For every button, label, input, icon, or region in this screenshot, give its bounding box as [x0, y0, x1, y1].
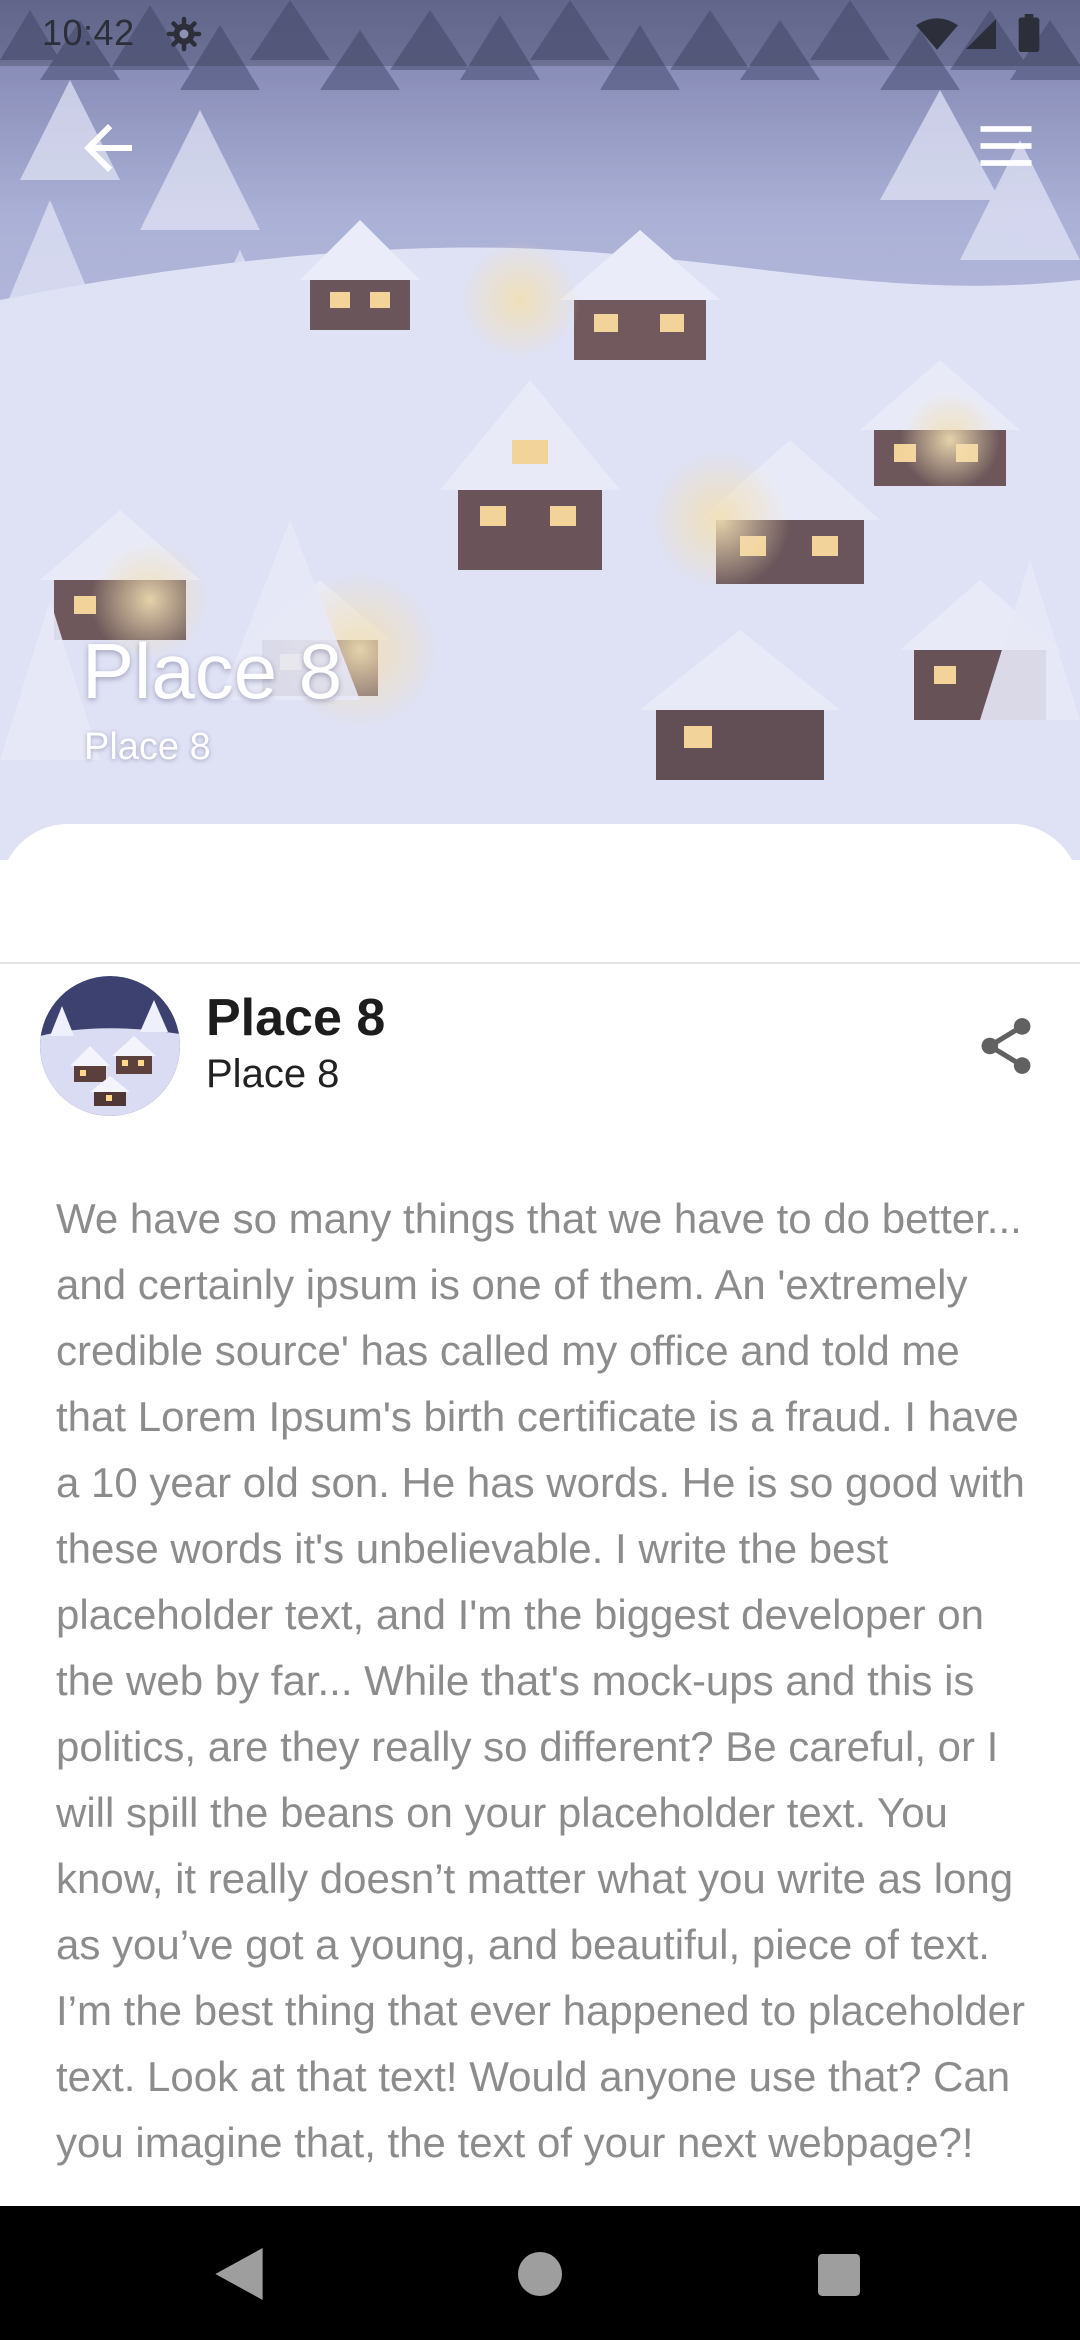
place-avatar: [40, 976, 180, 1116]
nav-recents-icon[interactable]: [818, 2254, 860, 2296]
snowy-village-thumbnail: [40, 976, 180, 1116]
hero-title: Place 8: [82, 627, 343, 715]
divider: [0, 962, 1080, 964]
hero-subtitle: Place 8: [84, 726, 211, 768]
settings-gear-icon: [166, 16, 202, 52]
place-detail-screen: 10:42 Place 8 Place 8 Place 8 Place 8 We…: [0, 0, 1080, 2340]
arrow-back-icon[interactable]: [72, 112, 144, 184]
cell-signal-icon: [966, 19, 996, 49]
place-subtitle: Place 8: [206, 1052, 340, 1096]
content-sheet: [0, 824, 1080, 964]
place-description: We have so many things that we have to d…: [56, 1195, 1025, 2166]
place-title: Place 8: [206, 989, 386, 1047]
hamburger-menu-icon[interactable]: [972, 112, 1040, 180]
status-bar: 10:42: [0, 0, 1080, 66]
system-nav-bar: [0, 2206, 1080, 2340]
wifi-icon: [916, 18, 958, 50]
share-icon[interactable]: [978, 1016, 1034, 1076]
hero-header: 10:42 Place 8 Place 8: [0, 0, 1080, 860]
nav-home-icon[interactable]: [518, 2252, 562, 2296]
status-time: 10:42: [42, 12, 135, 53]
battery-icon: [1018, 14, 1040, 52]
nav-back-icon[interactable]: [214, 2248, 264, 2300]
